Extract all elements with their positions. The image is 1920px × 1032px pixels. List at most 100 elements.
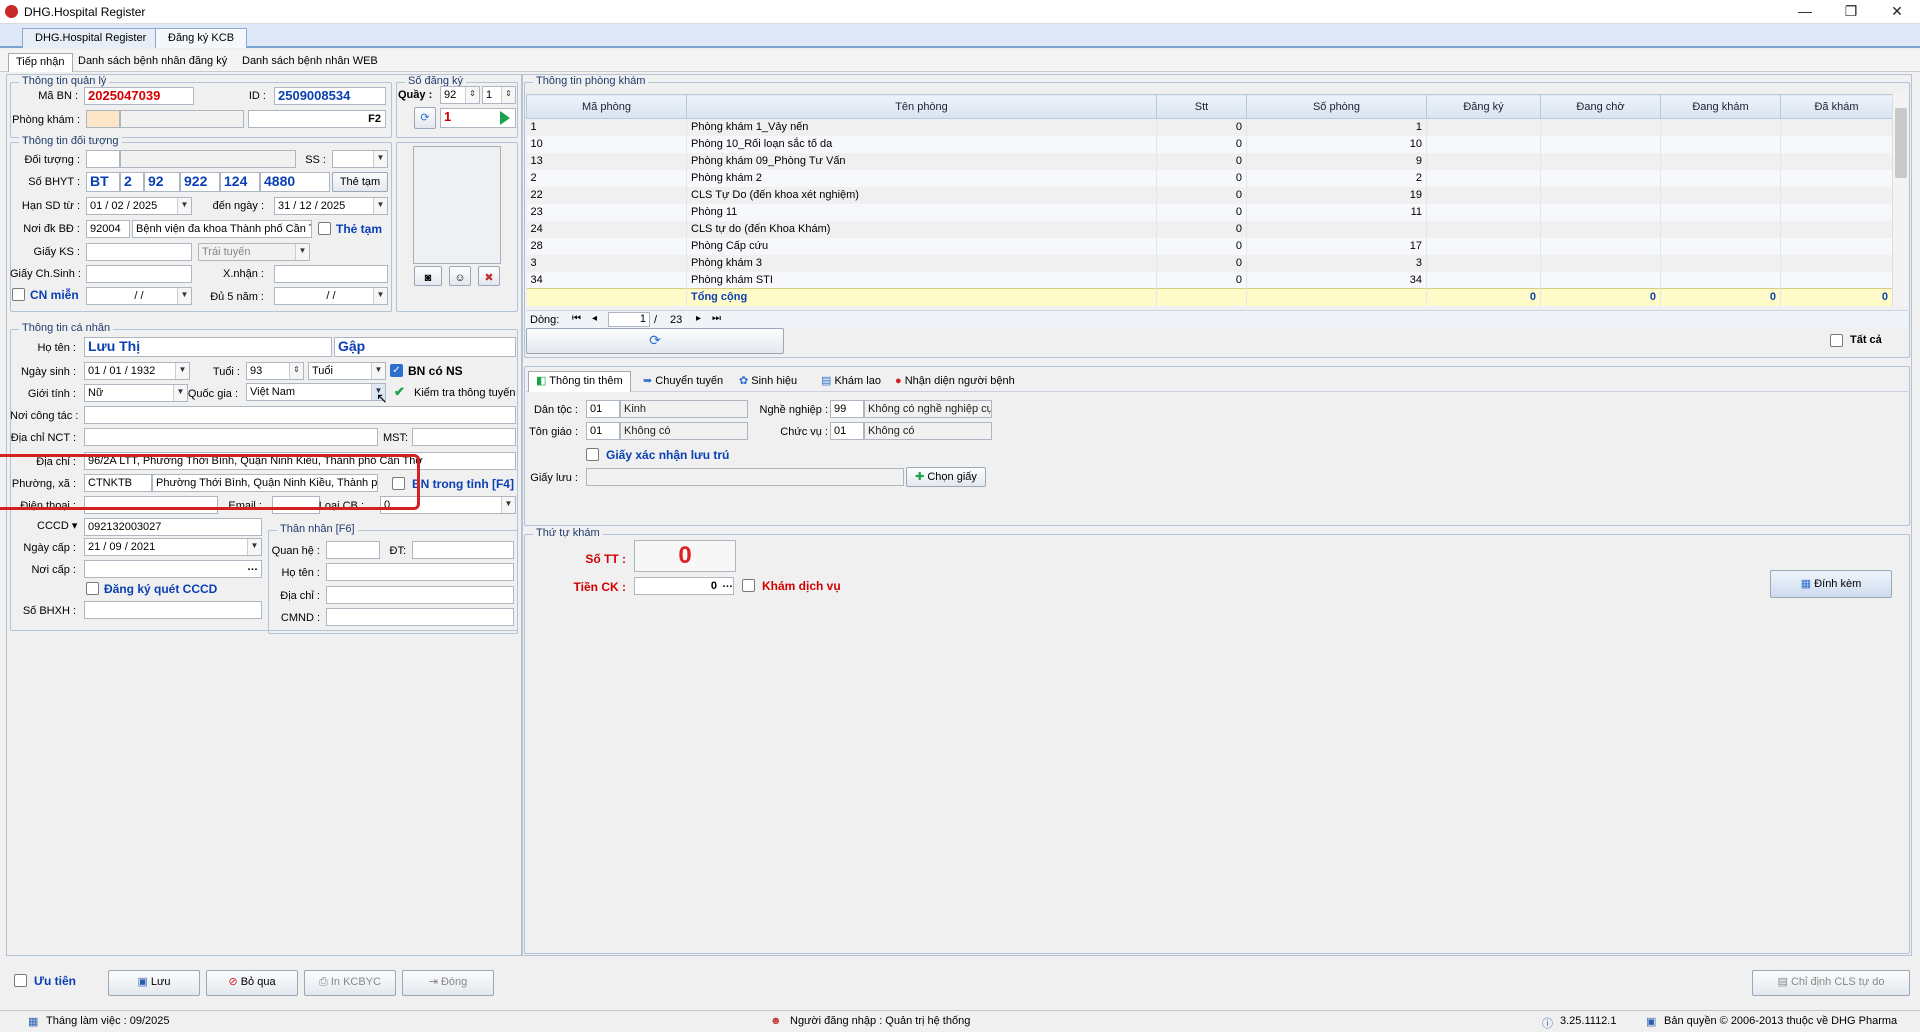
giay-ks-field[interactable]: [86, 243, 192, 261]
bhyt-part-3[interactable]: 92: [144, 172, 180, 192]
so-bhxh-field[interactable]: [84, 601, 262, 619]
column-header[interactable]: Số phòng: [1246, 94, 1427, 119]
tab-tiep-nhan[interactable]: Tiếp nhận: [8, 53, 73, 72]
ngay-cap-date[interactable]: 21 / 09 / 2021 ▼: [84, 538, 262, 556]
tab-hospital-register[interactable]: DHG.Hospital Register: [22, 28, 160, 48]
tab-dang-ky-kcb[interactable]: Đăng ký KCB: [155, 28, 248, 48]
page-input[interactable]: 1: [608, 312, 650, 327]
table-row[interactable]: 23 Phòng 11 0 11: [526, 203, 1893, 221]
tuoi-spinner[interactable]: 93 ⇕: [246, 362, 304, 380]
close-icon[interactable]: ✕: [1874, 0, 1920, 24]
chevron-down-icon[interactable]: ▼: [177, 288, 191, 304]
bhyt-part-2[interactable]: 2: [120, 172, 144, 192]
han-sd-den-date[interactable]: 31 / 12 / 2025 ▼: [274, 197, 388, 215]
table-row[interactable]: 10 Phòng 10_Rối loạn sắc tố da 0 10: [526, 135, 1893, 153]
column-header[interactable]: Tên phòng: [686, 94, 1157, 119]
play-icon[interactable]: [500, 111, 510, 125]
refresh-rooms-button[interactable]: ⟳: [526, 328, 784, 354]
last-page-icon[interactable]: ⏭: [712, 313, 721, 324]
spin-icon[interactable]: ⇕: [289, 363, 303, 379]
dong-button[interactable]: ⇥ Đóng: [402, 970, 494, 996]
next-page-icon[interactable]: ▸: [696, 313, 701, 324]
bhyt-part-5[interactable]: 124: [220, 172, 260, 192]
chuc-vu-code[interactable]: 01: [830, 422, 864, 440]
chon-giay-button[interactable]: ✚ Chọn giấy: [906, 467, 986, 487]
cccd-type-select[interactable]: CCCD ▾: [34, 518, 82, 536]
ho-field[interactable]: Lưu Thị: [84, 337, 332, 357]
the-tam-button[interactable]: Thẻ tạm: [332, 172, 388, 192]
ellipsis-icon[interactable]: …: [722, 578, 733, 590]
mst-field[interactable]: [412, 428, 516, 446]
tuoi-unit-select[interactable]: Tuổi ▼: [308, 362, 386, 380]
first-page-icon[interactable]: ⏮: [572, 313, 581, 324]
bo-qua-button[interactable]: ⊘ Bỏ qua: [206, 970, 298, 996]
gioi-tinh-select[interactable]: Nữ ▼: [84, 384, 188, 402]
dinh-kem-button[interactable]: ▦ Đính kèm: [1770, 570, 1892, 598]
tab-kham-lao[interactable]: ▤ Khám lao: [814, 373, 888, 392]
tab-danh-sach-dang-ky[interactable]: Danh sách bệnh nhân đăng ký: [71, 53, 234, 72]
dang-ky-quet-cccd-checkbox[interactable]: [86, 582, 99, 595]
cccd-field[interactable]: 092132003027: [84, 518, 262, 536]
camera-icon[interactable]: ◙: [414, 266, 442, 286]
quan-he-field[interactable]: [326, 541, 380, 559]
spin-icon[interactable]: ⇕: [501, 87, 515, 103]
noi-dk-code[interactable]: 92004: [86, 220, 130, 238]
dt-field[interactable]: [412, 541, 514, 559]
scroll-thumb[interactable]: [1895, 108, 1907, 178]
nghe-nghiep-code[interactable]: 99: [830, 400, 864, 418]
tn-dia-chi-field[interactable]: [326, 586, 514, 604]
noi-dk-name[interactable]: Bệnh viện đa khoa Thành phố Cần Thơ: [132, 220, 312, 238]
column-header[interactable]: Đang khám: [1660, 94, 1781, 119]
id-field[interactable]: 2509008534: [274, 87, 386, 105]
ngay-sinh-date[interactable]: 01 / 01 / 1932 ▼: [84, 362, 190, 380]
dan-toc-code[interactable]: 01: [586, 400, 620, 418]
quay2-spinner[interactable]: 1 ⇕: [482, 86, 516, 104]
delete-photo-icon[interactable]: ✖: [478, 266, 500, 286]
phong-kham-search[interactable]: F2: [248, 110, 386, 128]
han-sd-tu-date[interactable]: 01 / 02 / 2025 ▼: [86, 197, 192, 215]
xnhan-field[interactable]: [274, 265, 388, 283]
bhyt-part-4[interactable]: 922: [180, 172, 220, 192]
cn-mien-date[interactable]: / / ▼: [86, 287, 192, 305]
person-icon[interactable]: ☺: [449, 266, 471, 286]
quay-spinner[interactable]: 92 ⇕: [440, 86, 480, 104]
ten-field[interactable]: Gập: [334, 337, 516, 357]
doi-tuong-code[interactable]: [86, 150, 120, 168]
prev-page-icon[interactable]: ◂: [592, 313, 597, 324]
tab-sinh-hieu[interactable]: ✿ Sinh hiệu: [732, 373, 804, 392]
chevron-down-icon[interactable]: ▼: [373, 288, 387, 304]
phong-kham-code[interactable]: [86, 110, 120, 128]
chevron-down-icon[interactable]: ▼: [373, 151, 387, 167]
cn-mien-checkbox[interactable]: [12, 288, 25, 301]
table-row[interactable]: 24 CLS tự do (đến Khoa Khám) 0: [526, 220, 1893, 238]
the-tam-checkbox[interactable]: [318, 222, 331, 235]
column-header[interactable]: Stt: [1156, 94, 1247, 119]
tat-ca-checkbox[interactable]: [1830, 334, 1843, 347]
room-table[interactable]: Mã phòng Tên phòng Stt Số phòng Đăng ký Đang …: [526, 94, 1893, 306]
table-row[interactable]: 13 Phòng khám 09_Phòng Tư Vấn 0 9: [526, 152, 1893, 170]
ton-giao-code[interactable]: 01: [586, 422, 620, 440]
chi-dinh-cls-button[interactable]: ▤ Chỉ định CLS tự do: [1752, 970, 1910, 996]
column-header[interactable]: Đang chờ: [1540, 94, 1661, 119]
column-header[interactable]: Mã phòng: [526, 94, 687, 119]
table-row[interactable]: 2 Phòng khám 202: [526, 169, 1893, 187]
tab-danh-sach-web[interactable]: Danh sách bệnh nhân WEB: [235, 53, 385, 72]
quoc-gia-select[interactable]: Việt Nam ▼: [246, 383, 386, 401]
tab-nhan-dien[interactable]: ● Nhận diện người bệnh: [888, 373, 1022, 392]
du-5-nam-date[interactable]: / / ▼: [274, 287, 388, 305]
maximize-icon[interactable]: ❐: [1828, 0, 1874, 24]
giay-chsinh-field[interactable]: [86, 265, 192, 283]
bhyt-part-1[interactable]: BT: [86, 172, 120, 192]
kham-dich-vu-checkbox[interactable]: [742, 579, 755, 592]
kiem-tra-thong-tuyen-link[interactable]: Kiểm tra thông tuyến: [414, 387, 516, 399]
tab-chuyen-tuyen[interactable]: ➥ Chuyển tuyến: [636, 373, 730, 392]
column-header[interactable]: Đăng ký: [1426, 94, 1541, 119]
column-header[interactable]: Đã khám: [1780, 94, 1893, 119]
bn-co-ns-checkbox[interactable]: ✓: [390, 364, 403, 377]
ma-bn-field[interactable]: 2025047039: [84, 87, 194, 105]
luu-button[interactable]: ▣ Lưu: [108, 970, 200, 996]
ss-select[interactable]: ▼: [332, 150, 388, 168]
noi-cap-field[interactable]: …: [84, 560, 262, 578]
chevron-down-icon[interactable]: ▼: [501, 497, 515, 513]
table-row[interactable]: 28 Phòng Cấp cứu 0 17: [526, 237, 1893, 255]
